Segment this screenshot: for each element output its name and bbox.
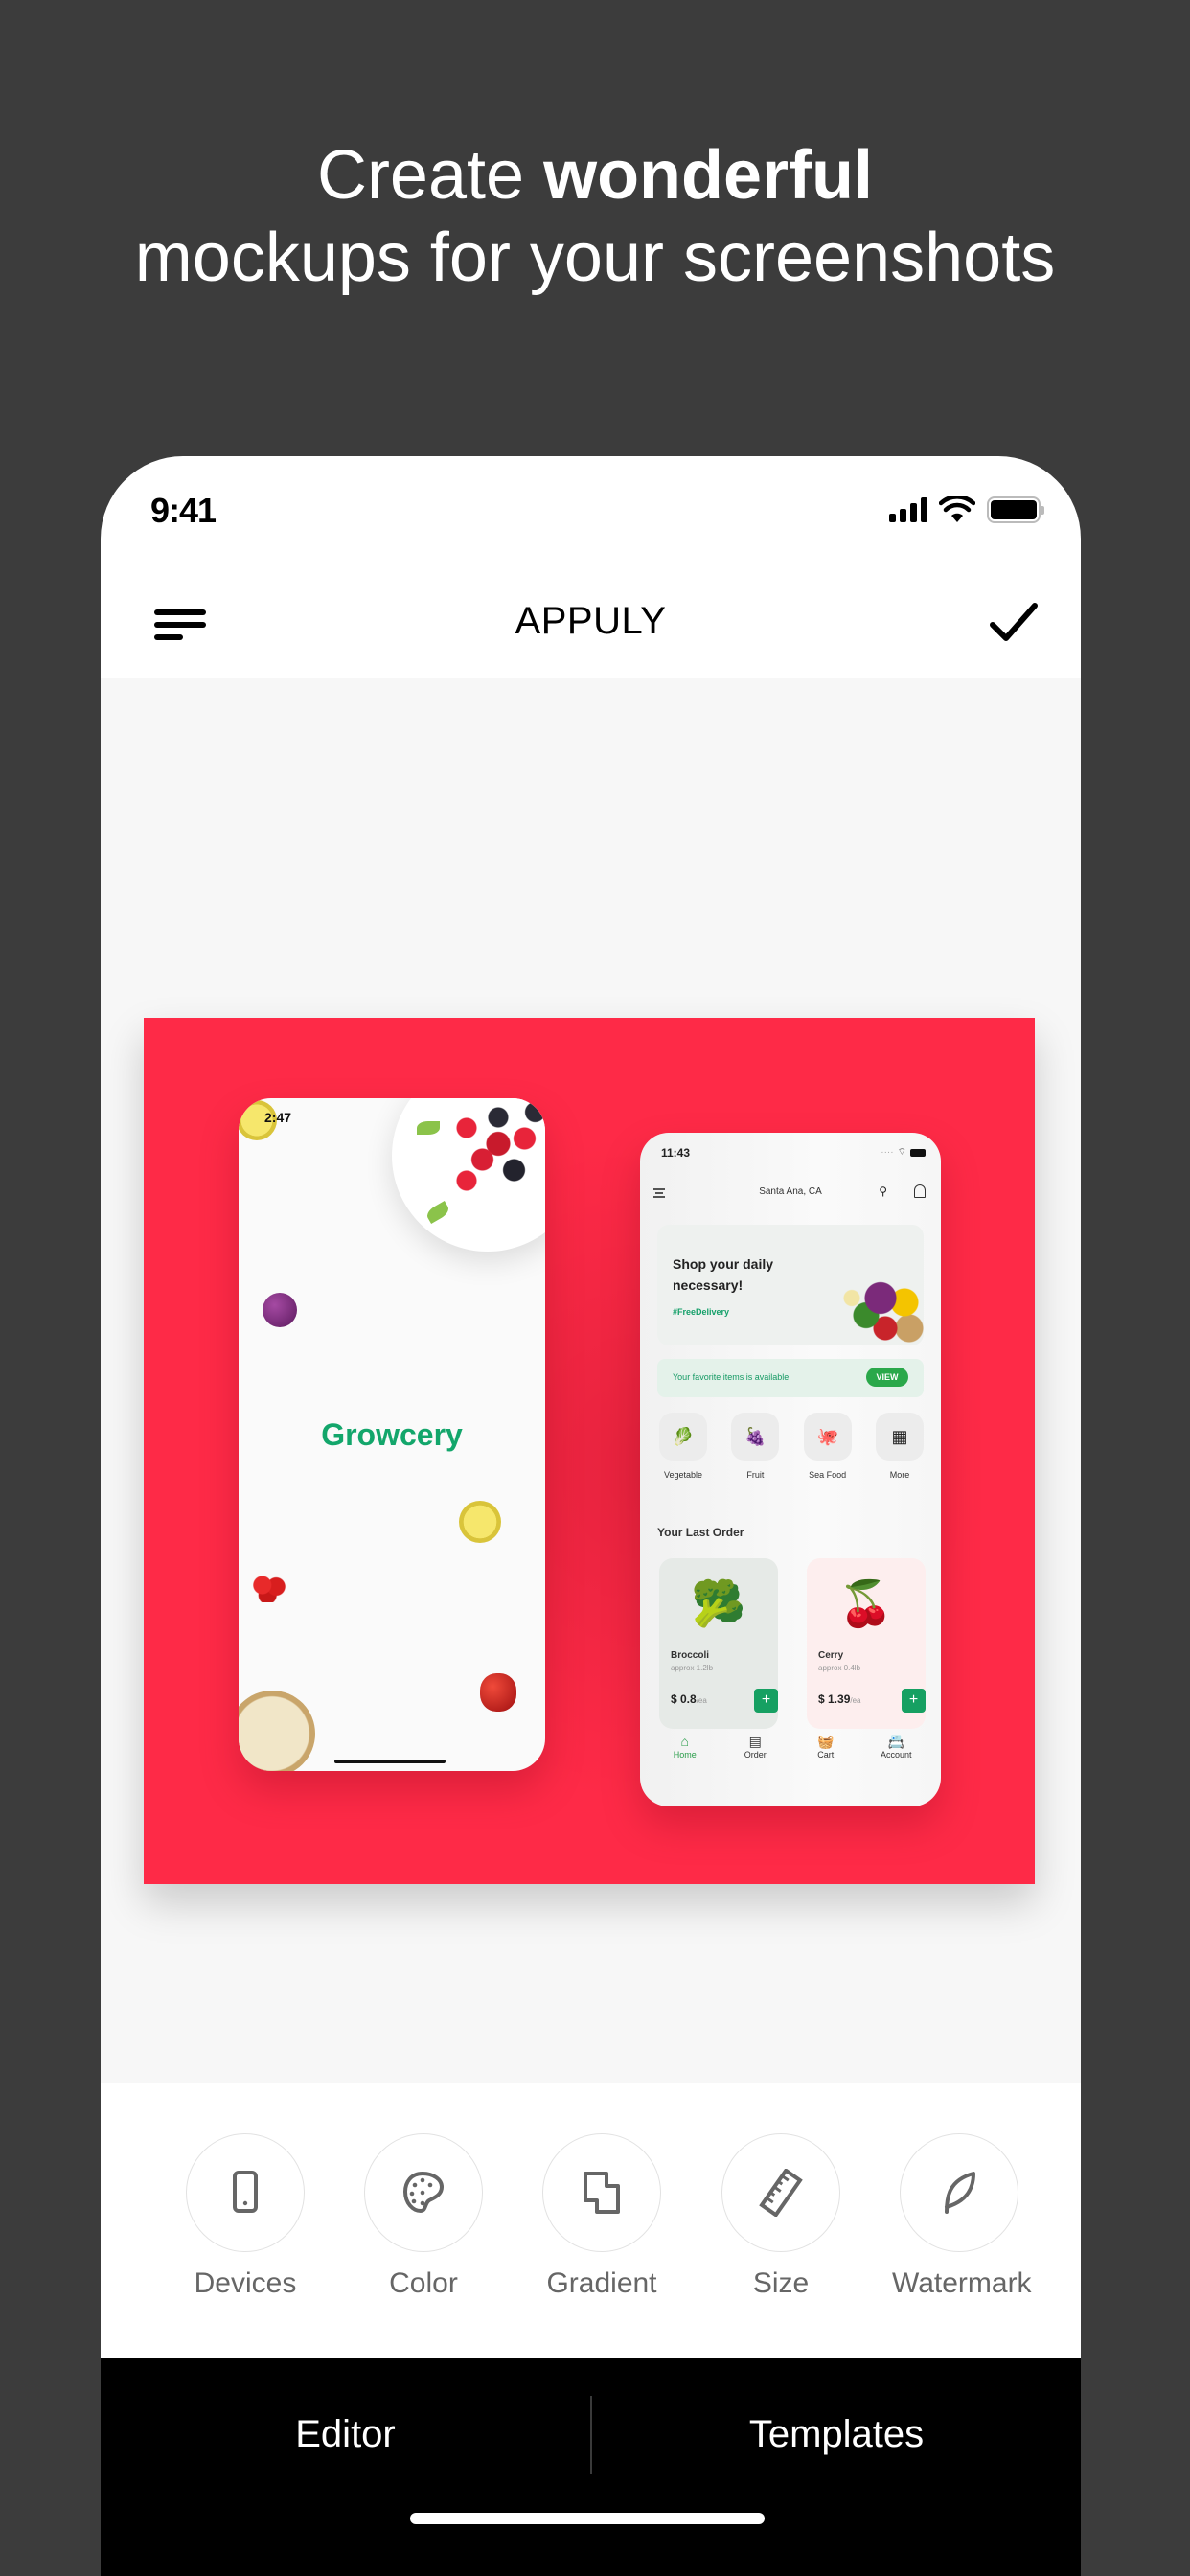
fruit-icon: 🍇 bbox=[731, 1413, 780, 1460]
tool-label: Devices bbox=[194, 2267, 297, 2299]
cherry-image: 🍒 bbox=[838, 1578, 894, 1628]
mock-tab-account: 📇 Account bbox=[867, 1733, 925, 1781]
mock-banner: Shop your daily necessary! #FreeDelivery bbox=[657, 1225, 924, 1346]
tab-templates[interactable]: Templates bbox=[592, 2396, 1081, 2472]
mock-location: Santa Ana, CA bbox=[759, 1186, 822, 1197]
checkmark-icon bbox=[990, 603, 1038, 641]
tool-bar: Devices Color Gradient Size Watermark bbox=[101, 2083, 1081, 2358]
banner-tag: #FreeDelivery bbox=[673, 1307, 730, 1317]
mock-tab-bar: ⌂ Home ▤ Order 🧺 Cart 📇 Account bbox=[640, 1733, 941, 1781]
confirm-button[interactable] bbox=[989, 600, 1039, 646]
app-title: APPULY bbox=[515, 600, 667, 642]
view-button: VIEW bbox=[866, 1368, 908, 1387]
status-time: 9:41 bbox=[150, 491, 217, 530]
bottom-tab-bar: Editor Templates bbox=[101, 2358, 1081, 2576]
splash-title: Growcery bbox=[321, 1417, 463, 1452]
strawberry-image bbox=[252, 1574, 286, 1602]
palette-icon bbox=[402, 2171, 445, 2214]
cellular-signal-icon bbox=[889, 497, 927, 522]
vegetable-icon: 🥬 bbox=[659, 1413, 707, 1460]
last-order-title: Your Last Order bbox=[657, 1526, 744, 1539]
banner-title: Shop your daily necessary! bbox=[673, 1256, 774, 1293]
tool-watermark[interactable]: Watermark bbox=[892, 2133, 1032, 2300]
product-weight: approx 1.2lb bbox=[671, 1664, 714, 1672]
broccoli-image: 🥦 bbox=[691, 1578, 746, 1628]
mock-search-icon: ⚲ bbox=[879, 1184, 887, 1198]
tool-devices[interactable]: Devices bbox=[178, 2133, 312, 2300]
tool-label: Watermark bbox=[892, 2267, 1032, 2299]
home-icon: ⌂ bbox=[680, 1734, 689, 1749]
status-icons bbox=[889, 496, 1044, 523]
mock-status-icons: ···· ⌔ bbox=[881, 1146, 926, 1159]
mock-tab-order: ▤ Order bbox=[726, 1733, 784, 1781]
mock-tab-home: ⌂ Home bbox=[656, 1733, 714, 1781]
mock-categories: 🥬 Vegetable 🍇 Fruit 🐙 Sea Food ▦ More bbox=[657, 1413, 926, 1480]
plum-image bbox=[263, 1293, 297, 1327]
ruler-icon bbox=[759, 2169, 803, 2217]
basket-icon: 🧺 bbox=[817, 1734, 835, 1749]
apple-image bbox=[480, 1673, 516, 1712]
product-name: Broccoli bbox=[671, 1650, 710, 1661]
mock-bell-icon bbox=[914, 1184, 926, 1198]
home-indicator[interactable] bbox=[410, 2513, 765, 2524]
category-vegetable: 🥬 Vegetable bbox=[657, 1413, 709, 1480]
leaf-image bbox=[417, 1121, 440, 1135]
category-seafood: 🐙 Sea Food bbox=[802, 1413, 854, 1480]
product-price: $ 0.8/ea bbox=[671, 1692, 707, 1706]
tool-button[interactable] bbox=[186, 2133, 305, 2252]
cashew-bowl-image bbox=[239, 1690, 315, 1771]
product-price: $ 1.39/ea bbox=[818, 1692, 861, 1706]
tool-button[interactable] bbox=[900, 2133, 1018, 2252]
editor-canvas[interactable]: 2:47 Growcery 11:43 ···· ⌔ Santa Ana, CA … bbox=[101, 678, 1081, 2083]
tool-button[interactable] bbox=[364, 2133, 483, 2252]
mock-phone-home: 11:43 ···· ⌔ Santa Ana, CA ⚲ Shop your da… bbox=[640, 1133, 941, 1806]
mock-time: 2:47 bbox=[264, 1110, 292, 1125]
tool-button[interactable] bbox=[721, 2133, 840, 2252]
mock-favorite-bar: Your favorite items is available VIEW bbox=[657, 1359, 924, 1397]
grid-icon: ▦ bbox=[875, 1413, 924, 1460]
category-fruit: 🍇 Fruit bbox=[729, 1413, 781, 1480]
wifi-icon bbox=[939, 496, 975, 522]
product-name: Cerry bbox=[818, 1650, 844, 1661]
headline-line-1: Create wonderful bbox=[316, 137, 874, 214]
mock-phone-splash: 2:47 Growcery bbox=[239, 1098, 545, 1771]
product-card: 🥦 Broccoli approx 1.2lb $ 0.8/ea + bbox=[659, 1558, 778, 1729]
favorite-text: Your favorite items is available bbox=[673, 1372, 790, 1382]
mock-tab-cart: 🧺 Cart bbox=[797, 1733, 855, 1781]
tool-label: Gradient bbox=[546, 2267, 657, 2299]
add-icon: + bbox=[902, 1689, 926, 1713]
seafood-icon: 🐙 bbox=[803, 1413, 852, 1460]
add-icon: + bbox=[754, 1689, 778, 1713]
battery-icon bbox=[987, 496, 1044, 523]
order-icon: ▤ bbox=[748, 1734, 762, 1749]
product-weight: approx 0.4lb bbox=[818, 1664, 861, 1672]
tab-editor[interactable]: Editor bbox=[101, 2396, 590, 2472]
device-frame: 9:41 APPULY 2:47 Growcery 11:43 ···· ⌔ S… bbox=[101, 456, 1081, 2576]
lime-slice-image bbox=[459, 1501, 501, 1543]
status-bar: 9:41 bbox=[101, 456, 1081, 571]
tool-gradient[interactable]: Gradient bbox=[535, 2133, 669, 2300]
headline-line-2: mockups for your screenshots bbox=[134, 219, 1056, 296]
tool-label: Color bbox=[389, 2267, 458, 2299]
product-card: 🍒 Cerry approx 0.4lb $ 1.39/ea + bbox=[807, 1558, 926, 1729]
tool-label: Size bbox=[752, 2267, 810, 2299]
headline: Create wonderful mockups for your screen… bbox=[0, 134, 1190, 299]
vegetables-image bbox=[828, 1259, 924, 1346]
mockup-preview[interactable]: 2:47 Growcery 11:43 ···· ⌔ Santa Ana, CA … bbox=[144, 1018, 1035, 1884]
leaf-icon bbox=[945, 2172, 975, 2214]
phone-icon bbox=[233, 2171, 258, 2213]
gradient-icon bbox=[584, 2172, 620, 2214]
contact-book-icon: 📇 bbox=[887, 1734, 904, 1749]
berries-image bbox=[446, 1098, 545, 1202]
nav-bar: APPULY bbox=[101, 571, 1081, 678]
tool-size[interactable]: Size bbox=[714, 2133, 848, 2300]
category-more: ▦ More bbox=[874, 1413, 926, 1480]
tool-color[interactable]: Color bbox=[356, 2133, 491, 2300]
mock-home-indicator bbox=[334, 1760, 446, 1763]
mock-time: 11:43 bbox=[661, 1146, 691, 1160]
tool-button[interactable] bbox=[542, 2133, 661, 2252]
